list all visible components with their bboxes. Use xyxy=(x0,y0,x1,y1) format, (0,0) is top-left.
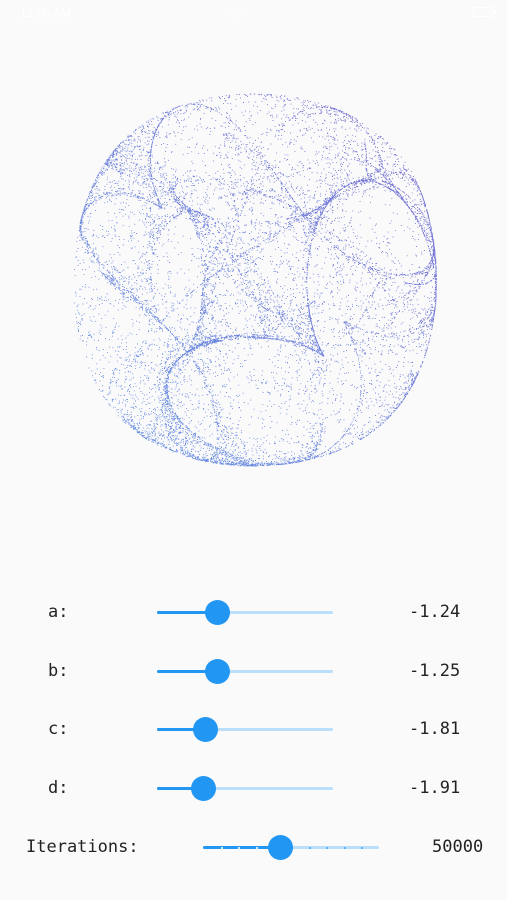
slider-d[interactable] xyxy=(157,776,333,801)
param-value-a: -1.24 xyxy=(409,602,461,622)
iterations-slider-tick xyxy=(308,846,311,849)
attractor-canvas xyxy=(74,93,437,467)
control-row-d: d: -1.91 xyxy=(0,770,507,806)
iterations-slider-tick xyxy=(326,846,329,849)
param-label-c: c: xyxy=(48,719,69,739)
param-value-c: -1.81 xyxy=(409,719,461,739)
slider-a[interactable] xyxy=(157,600,333,625)
param-label-d: d: xyxy=(48,778,69,798)
iterations-value: 50000 xyxy=(432,837,484,857)
slider-b[interactable] xyxy=(157,659,333,684)
status-center-text: --:-- xyxy=(230,6,250,20)
slider-b-thumb[interactable] xyxy=(204,659,230,684)
control-row-b: b: -1.25 xyxy=(0,653,507,689)
param-value-b: -1.25 xyxy=(409,661,461,681)
param-value-d: -1.91 xyxy=(409,778,461,798)
iterations-slider-tick xyxy=(361,846,364,849)
control-row-c: c: -1.81 xyxy=(0,711,507,747)
iterations-label: Iterations: xyxy=(26,837,139,857)
status-time: 12:00 AM xyxy=(20,6,71,20)
slider-c[interactable] xyxy=(157,717,333,742)
param-label-b: b: xyxy=(48,661,69,681)
control-row-iterations: Iterations: 50000 xyxy=(0,829,507,865)
iterations-slider-tick xyxy=(220,846,223,849)
iterations-slider-tick xyxy=(255,846,258,849)
status-bar: 12:00 AM --:-- xyxy=(0,0,507,26)
control-row-a: a: -1.24 xyxy=(0,594,507,630)
battery-icon xyxy=(473,7,496,17)
iterations-slider-thumb[interactable] xyxy=(268,835,294,860)
param-label-a: a: xyxy=(48,602,69,622)
slider-c-thumb[interactable] xyxy=(192,717,218,742)
iterations-slider-tick xyxy=(238,846,241,849)
iterations-slider[interactable] xyxy=(203,835,379,860)
attractor-points xyxy=(74,93,437,467)
iterations-slider-tick xyxy=(343,846,346,849)
slider-a-thumb[interactable] xyxy=(204,600,230,625)
slider-d-thumb[interactable] xyxy=(190,776,216,801)
